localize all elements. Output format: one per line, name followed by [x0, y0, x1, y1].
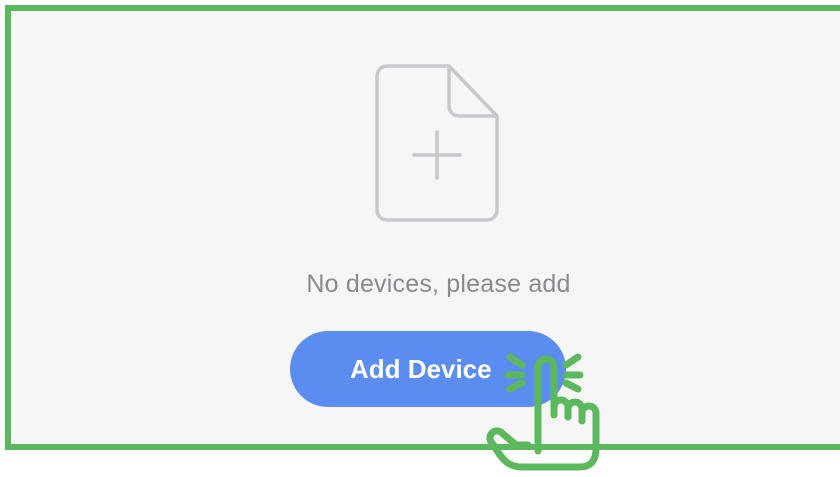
empty-state-message: No devices, please add: [306, 270, 571, 298]
screenshot-stage: No devices, please add Add Device: [0, 0, 840, 477]
add-device-button[interactable]: Add Device: [290, 331, 566, 407]
add-file-icon: [375, 64, 499, 222]
